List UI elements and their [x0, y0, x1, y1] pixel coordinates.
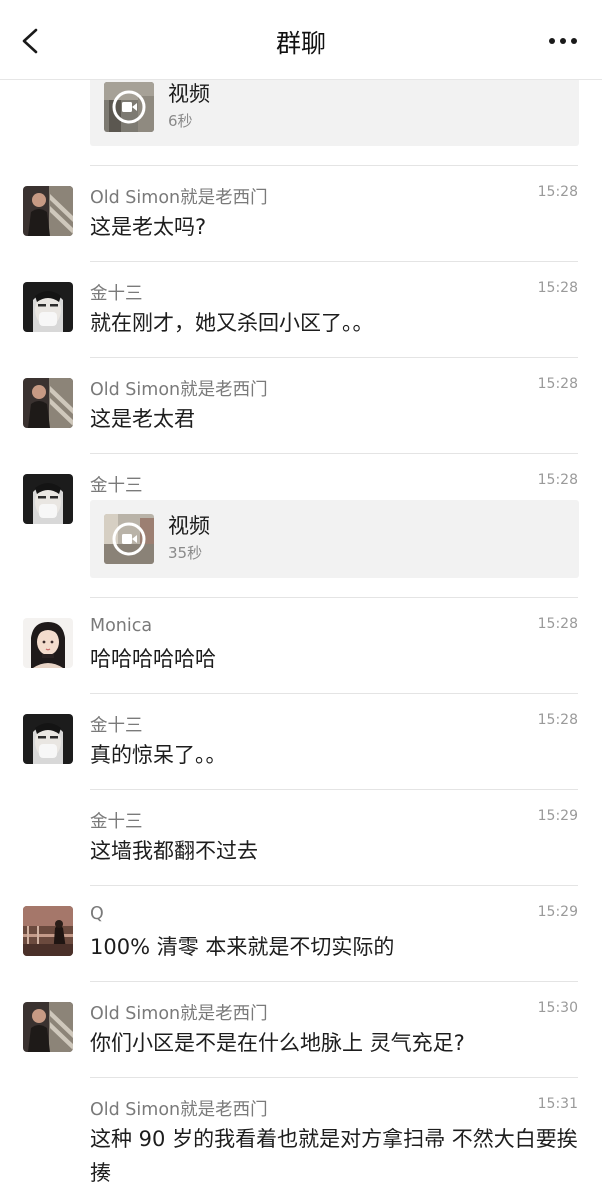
- avatar[interactable]: [23, 618, 73, 668]
- sender-name: Old Simon就是老西门: [90, 188, 268, 208]
- avatar[interactable]: [23, 282, 73, 332]
- avatar[interactable]: [23, 474, 73, 524]
- message-time: 15:28: [537, 712, 578, 728]
- message-text: 真的惊呆了。。: [90, 743, 227, 767]
- message-text: 就在刚才，她又杀回小区了。。: [90, 311, 374, 335]
- message-text: 这是老太君: [90, 407, 195, 431]
- message-divider: [90, 597, 578, 598]
- message-time: 15:30: [537, 1000, 578, 1016]
- message-time: 15:28: [537, 616, 578, 632]
- message-text: 你们小区是不是在什么地脉上 灵气充足?: [90, 1031, 465, 1055]
- sender-name: Q: [90, 904, 104, 924]
- sender-name: Monica: [90, 616, 153, 636]
- message-divider: [90, 261, 578, 262]
- message-text: 100% 清零 本来就是不切实际的: [90, 935, 395, 959]
- more-button[interactable]: [546, 30, 580, 52]
- page-title: 群聊: [275, 29, 326, 58]
- video-thumbnail: [104, 514, 154, 564]
- video-duration: 6秒: [168, 112, 193, 130]
- message-time: 15:28: [537, 472, 578, 488]
- message-time: 15:28: [537, 280, 578, 296]
- sender-name: 金十三: [90, 716, 143, 736]
- message-text: 这墙我都翻不过去: [90, 839, 258, 863]
- message-list[interactable]: 视频 6秒 Old Simon就是老西门 15:28 这是老太吗? 金十三 15…: [0, 0, 602, 1200]
- avatar[interactable]: [23, 378, 73, 428]
- message-divider: [90, 165, 578, 166]
- message-text: 这种 90 岁的我看着也就是对方拿扫帚 不然大白要挨揍: [90, 1127, 578, 1185]
- message-text: 哈哈哈哈哈哈: [90, 647, 216, 671]
- message-divider: [90, 885, 578, 886]
- sender-name: Old Simon就是老西门: [90, 380, 268, 400]
- avatar[interactable]: [23, 906, 73, 956]
- message-divider: [90, 693, 578, 694]
- message-time: 15:28: [537, 184, 578, 200]
- sender-name: 金十三: [90, 476, 143, 496]
- sender-name: 金十三: [90, 284, 143, 304]
- video-message-card[interactable]: 视频 35秒: [90, 500, 579, 578]
- message-time: 15:28: [537, 376, 578, 392]
- video-label: 视频: [168, 514, 210, 538]
- message-time: 15:29: [537, 808, 578, 824]
- message-divider: [90, 357, 578, 358]
- message-time: 15:31: [537, 1096, 578, 1112]
- avatar[interactable]: [23, 186, 73, 236]
- message-text: 这是老太吗?: [90, 215, 207, 239]
- video-thumbnail: [104, 82, 154, 132]
- message-divider: [90, 453, 578, 454]
- more-horizontal-icon: [549, 38, 577, 44]
- message-divider: [90, 789, 578, 790]
- avatar[interactable]: [23, 714, 73, 764]
- message-time: 15:29: [537, 904, 578, 920]
- sender-name: 金十三: [90, 812, 143, 832]
- chat-header: 群聊: [0, 0, 602, 80]
- sender-name: Old Simon就是老西门: [90, 1004, 268, 1024]
- sender-name: Old Simon就是老西门: [90, 1100, 268, 1120]
- avatar[interactable]: [23, 1002, 73, 1052]
- message-divider: [90, 981, 578, 982]
- message-divider: [90, 1077, 578, 1078]
- video-duration: 35秒: [168, 544, 203, 562]
- video-label: 视频: [168, 82, 210, 106]
